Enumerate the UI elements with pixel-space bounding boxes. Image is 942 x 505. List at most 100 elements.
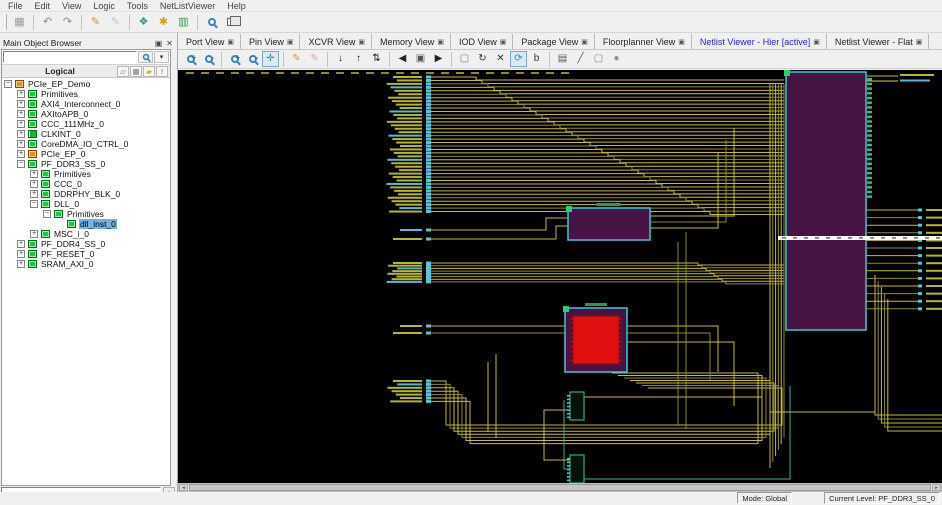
menu-netlistviewer[interactable]: NetListViewer: [155, 1, 220, 11]
page-icon[interactable]: ▢: [590, 51, 607, 67]
tree-item-clkint-0[interactable]: + CLKINT_0: [2, 129, 170, 139]
undock-tab-icon[interactable]: ▣: [581, 38, 588, 46]
undock-tab-icon[interactable]: ▣: [916, 38, 923, 46]
menu-help[interactable]: Help: [222, 1, 251, 11]
expand-toggle-icon[interactable]: +: [30, 190, 38, 198]
tree-item-primitives[interactable]: − Primitives: [2, 209, 170, 219]
tree-item-dll-0[interactable]: − DLL_0: [2, 199, 170, 209]
fit-to-window-icon[interactable]: ✛: [262, 51, 279, 67]
collapse-toggle-icon[interactable]: −: [30, 200, 38, 208]
tab-port-view[interactable]: Port View ▣: [178, 34, 241, 49]
expand-toggle-icon[interactable]: +: [17, 150, 25, 158]
eraser-icon[interactable]: ✎: [306, 51, 323, 67]
forward-icon[interactable]: ▶: [430, 51, 447, 67]
copy-icon[interactable]: ▥: [174, 13, 193, 31]
menu-edit[interactable]: Edit: [30, 1, 56, 11]
tree-item-pcie-ep-demo[interactable]: − PCIe_EP_Demo: [2, 79, 170, 89]
redo-icon[interactable]: ↷: [58, 13, 77, 31]
corner-icon[interactable]: b: [528, 51, 545, 67]
tree-item-ccc-0[interactable]: + CCC_0: [2, 179, 170, 189]
toolbar-handle[interactable]: [4, 14, 7, 30]
zoom-icon[interactable]: [202, 13, 221, 31]
expand-toggle-icon[interactable]: +: [17, 130, 25, 138]
new-sheet-icon[interactable]: ▢: [456, 51, 473, 67]
expand-toggle-icon[interactable]: +: [17, 140, 25, 148]
collapse-toggle-icon[interactable]: −: [43, 210, 51, 218]
zoom-selection-icon[interactable]: -: [244, 51, 261, 67]
expand-toggle-icon[interactable]: +: [17, 250, 25, 258]
float-panel-icon[interactable]: ▣: [153, 38, 164, 48]
tree-item-pf-reset-0[interactable]: + PF_RESET_0: [2, 249, 170, 259]
export-icon[interactable]: ▤: [554, 51, 571, 67]
expand-toggle-icon[interactable]: +: [17, 90, 25, 98]
tree-item-pf-ddr3-ss-0[interactable]: − PF_DDR3_SS_0: [2, 159, 170, 169]
tree-item-msc-i-0[interactable]: + MSC_i_0: [2, 229, 170, 239]
tab-floorplanner-view[interactable]: Floorplanner View ▣: [595, 34, 692, 49]
pop-instance-icon[interactable]: ↑: [350, 51, 367, 67]
tree-item-ddrphy-blk-0[interactable]: + DDRPHY_BLK_0: [2, 189, 170, 199]
expand-toggle-icon[interactable]: +: [17, 240, 25, 248]
zoom-window-icon[interactable]: +: [226, 51, 243, 67]
collapse-icon[interactable]: ✕: [492, 51, 509, 67]
undock-tab-icon[interactable]: ▣: [287, 38, 294, 46]
netlist-schematic-canvas[interactable]: [178, 70, 942, 483]
group-icon[interactable]: ▦: [130, 65, 142, 77]
eraser-icon[interactable]: ✎: [106, 13, 125, 31]
save-icon[interactable]: ▦: [10, 13, 29, 31]
tree-item-primitives[interactable]: + Primitives: [2, 169, 170, 179]
undock-tab-icon[interactable]: ▣: [678, 38, 685, 46]
tree-item-sram-axi-0[interactable]: + SRAM_AXI_0: [2, 259, 170, 269]
tab-memory-view[interactable]: Memory View ▣: [372, 34, 451, 49]
tree-item-dll-inst-0[interactable]: dll_inst_0: [2, 219, 170, 229]
tab-netlist-viewer-hier-active[interactable]: Netlist Viewer - Hier [active] ▣: [692, 34, 827, 49]
back-icon[interactable]: ◀: [394, 51, 411, 67]
canvas-horizontal-scrollbar[interactable]: ◂ ▸: [178, 483, 942, 492]
search-options-dropdown[interactable]: ▾: [154, 51, 169, 63]
menu-logic[interactable]: Logic: [88, 1, 120, 11]
zoom-out-icon[interactable]: -: [200, 51, 217, 67]
search-input[interactable]: [3, 51, 137, 63]
expand-toggle-icon[interactable]: +: [30, 170, 38, 178]
alert-icon[interactable]: !: [156, 65, 168, 77]
push-instance-icon[interactable]: ↓: [332, 51, 349, 67]
tree-item-coredma-io-ctrl-0[interactable]: + CoreDMA_IO_CTRL_0: [2, 139, 170, 149]
highlight-icon[interactable]: ▰: [143, 65, 155, 77]
tree-item-ccc-111mhz-0[interactable]: + CCC_111MHz_0: [2, 119, 170, 129]
undock-tab-icon[interactable]: ▣: [358, 38, 365, 46]
expand-toggle-icon[interactable]: +: [17, 100, 25, 108]
expand-toggle-icon[interactable]: +: [30, 180, 38, 188]
current-view-icon[interactable]: ▣: [412, 51, 429, 67]
tree-item-axitoapb-0[interactable]: + AXItoAPB_0: [2, 109, 170, 119]
tab-netlist-viewer-flat[interactable]: Netlist Viewer - Flat ▣: [827, 34, 930, 49]
scroll-left-arrow[interactable]: ◂: [179, 484, 188, 491]
refresh-icon[interactable]: ↻: [474, 51, 491, 67]
tree-item-primitives[interactable]: + Primitives: [2, 89, 170, 99]
record-icon[interactable]: ●: [608, 51, 625, 67]
undock-tab-icon[interactable]: ▣: [813, 38, 820, 46]
expand-toggle-icon[interactable]: +: [17, 260, 25, 268]
tab-package-view[interactable]: Package View ▣: [513, 34, 595, 49]
menu-view[interactable]: View: [57, 1, 86, 11]
tab-pin-view[interactable]: Pin View ▣: [241, 34, 301, 49]
close-panel-icon[interactable]: ✕: [164, 38, 175, 48]
edit-pencil-icon[interactable]: ✎: [288, 51, 305, 67]
scrollbar-thumb[interactable]: [189, 484, 931, 491]
search-icon[interactable]: [138, 51, 153, 63]
filter-icon[interactable]: ▱: [117, 65, 129, 77]
expand-toggle-icon[interactable]: +: [17, 120, 25, 128]
undo-icon[interactable]: ↶: [38, 13, 57, 31]
schematic-svg[interactable]: [178, 70, 942, 483]
menu-file[interactable]: File: [3, 1, 28, 11]
tree-item-axi4-interconnect-0[interactable]: + AXI4_Interconnect_0: [2, 99, 170, 109]
undock-tab-icon[interactable]: ▣: [437, 38, 444, 46]
scroll-right-arrow[interactable]: ▸: [932, 484, 941, 491]
tree-item-pf-ddr4-ss-0[interactable]: + PF_DDR4_SS_0: [2, 239, 170, 249]
tree-item-pcie-ep-0[interactable]: + PCIe_EP_0: [2, 149, 170, 159]
cascade-windows-icon[interactable]: [222, 13, 241, 31]
expand-toggle-icon[interactable]: +: [30, 230, 38, 238]
menu-tools[interactable]: Tools: [122, 1, 153, 11]
edit-pencil-icon[interactable]: ✎: [86, 13, 105, 31]
push-pop-icon[interactable]: ⇅: [368, 51, 385, 67]
collapse-toggle-icon[interactable]: −: [4, 80, 12, 88]
zoom-in-icon[interactable]: +: [182, 51, 199, 67]
